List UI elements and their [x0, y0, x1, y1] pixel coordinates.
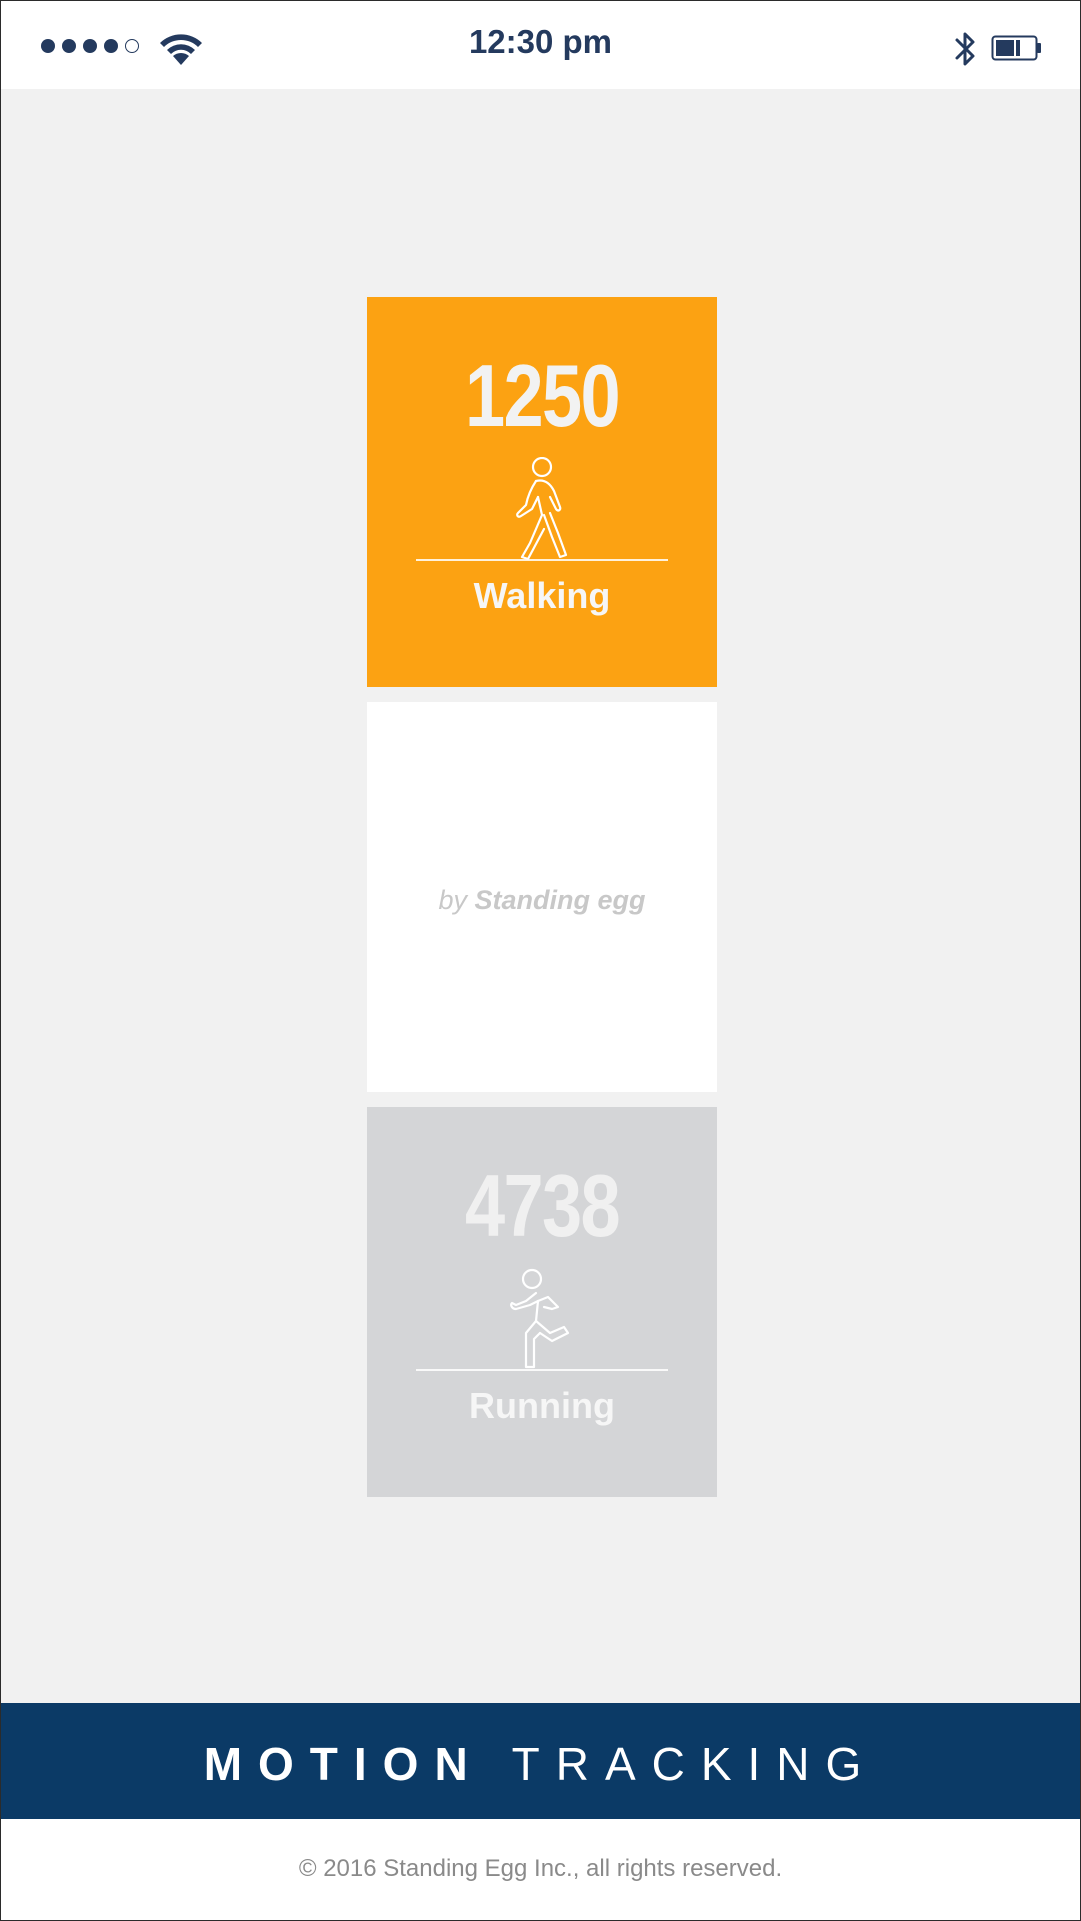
- ad-text: by Standing egg: [367, 885, 717, 916]
- ad-brand: Standing egg: [474, 885, 646, 915]
- app-title-bold: MOTION: [203, 1738, 484, 1790]
- ground-line: [416, 1369, 668, 1371]
- clock: 12:30 pm: [468, 23, 613, 60]
- status-bar: 12:30 pm: [1, 1, 1080, 89]
- copyright-text: © 2016 Standing Egg Inc., all rights res…: [298, 1855, 783, 1882]
- app-title-light: TRACKING: [511, 1738, 878, 1790]
- running-person-icon: [510, 1268, 570, 1369]
- app-title: MOTION TRACKING: [1, 1737, 1080, 1791]
- bluetooth-icon: [955, 32, 975, 66]
- footer: © 2016 Standing Egg Inc., all rights res…: [1, 1819, 1080, 1920]
- walking-label: Walking: [473, 575, 611, 616]
- app-frame: 12:30 pm 1250 Walking by Standing egg 47…: [0, 0, 1081, 1921]
- battery-icon: [991, 35, 1041, 61]
- ad-card: by Standing egg: [367, 702, 717, 1092]
- ground-line: [416, 559, 668, 561]
- walking-person-icon: [516, 457, 568, 561]
- running-label: Running: [469, 1385, 615, 1426]
- walking-card[interactable]: 1250 Walking: [367, 297, 717, 687]
- app-title-bar: MOTION TRACKING: [1, 1703, 1080, 1819]
- running-count: 4738: [465, 1156, 621, 1255]
- running-card[interactable]: 4738 Running: [367, 1107, 717, 1497]
- walking-count: 1250: [465, 346, 621, 445]
- ad-by: by: [438, 885, 467, 915]
